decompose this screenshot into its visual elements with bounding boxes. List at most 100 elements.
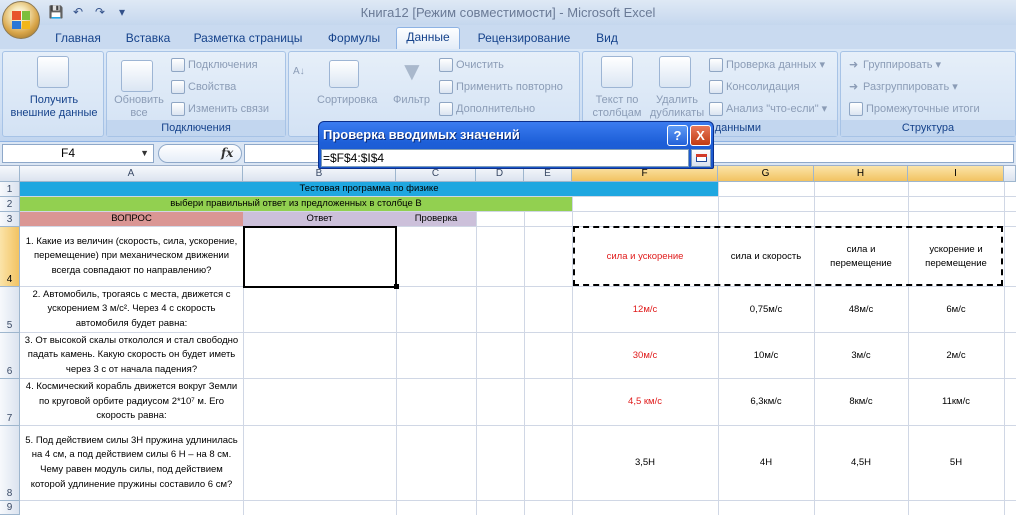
- option-cell-f5[interactable]: 12м/с: [572, 287, 718, 332]
- col-header-h[interactable]: H: [814, 166, 908, 182]
- connections-icon: [171, 58, 185, 72]
- tab-review[interactable]: Рецензирование: [468, 29, 580, 49]
- window-title: Книга12 [Режим совместимости] - Microsof…: [360, 5, 656, 20]
- get-external-data-button[interactable]: Получить внешние данные: [7, 94, 101, 120]
- ungroup-button[interactable]: ➜ Разгруппировать ▾: [849, 80, 958, 93]
- tab-formulas[interactable]: Формулы: [318, 29, 390, 49]
- option-cell-i5[interactable]: 6м/с: [908, 287, 1004, 332]
- option-cell-f8[interactable]: 3,5Н: [572, 426, 718, 500]
- question-cell-4[interactable]: 4. Космический корабль движется вокруг З…: [20, 379, 243, 425]
- sort-button[interactable]: Сортировка: [317, 94, 377, 106]
- option-cell-i7[interactable]: 11км/с: [908, 379, 1004, 425]
- option-cell-h6[interactable]: 3м/с: [814, 333, 908, 378]
- sort-az-icon[interactable]: А↓: [293, 66, 305, 77]
- group-button[interactable]: ➜ Группировать ▾: [849, 58, 941, 71]
- what-if-label: Анализ "что-если": [726, 103, 819, 115]
- row-header-4[interactable]: 4: [0, 227, 20, 287]
- tab-page-layout[interactable]: Разметка страницы: [186, 29, 310, 49]
- title-cell[interactable]: Тестовая программа по физике: [20, 182, 718, 196]
- question-cell-2[interactable]: 2. Автомобиль, трогаясь с места, движетс…: [20, 287, 243, 332]
- row-header-8[interactable]: 8: [0, 426, 20, 501]
- answer-header-cell[interactable]: Ответ: [243, 212, 396, 226]
- reapply-label: Применить повторно: [456, 80, 563, 93]
- question-header-cell[interactable]: ВОПРОС: [20, 212, 243, 226]
- source-range-input[interactable]: =$F$4:$I$4: [321, 149, 689, 167]
- reapply-button[interactable]: Применить повторно: [439, 80, 563, 94]
- edit-links-button[interactable]: Изменить связи: [171, 102, 269, 116]
- data-validation-dialog: Проверка вводимых значений ? X =$F$4:$I$…: [318, 121, 714, 169]
- question-cell-3[interactable]: 3. От высокой скалы откололся и стал сво…: [20, 333, 243, 378]
- remove-duplicates-icon: [659, 56, 691, 88]
- col-header-a[interactable]: A: [20, 166, 243, 182]
- tab-view[interactable]: Вид: [586, 29, 628, 49]
- filter-button[interactable]: Фильтр: [393, 94, 430, 106]
- gridline: [20, 500, 1016, 501]
- office-button[interactable]: [2, 1, 40, 39]
- properties-button[interactable]: Свойства: [171, 80, 236, 94]
- help-button[interactable]: ?: [667, 125, 688, 146]
- worksheet: A B C D E F G H I 1 2 3 4 5 6 7 8 9 Тест…: [0, 166, 1016, 515]
- option-cell-f4[interactable]: сила и ускорение: [572, 227, 718, 286]
- insert-function-icon[interactable]: fx: [221, 146, 233, 160]
- col-header-j[interactable]: [1004, 166, 1016, 182]
- close-button[interactable]: X: [690, 125, 711, 146]
- data-validation-button[interactable]: Проверка данных ▾: [709, 58, 825, 73]
- check-header-cell[interactable]: Проверка: [396, 212, 476, 226]
- option-cell-i4[interactable]: ускорение и перемещение: [908, 227, 1004, 286]
- option-cell-i6[interactable]: 2м/с: [908, 333, 1004, 378]
- filter-funnel-icon: ▼: [399, 56, 425, 86]
- col-header-i[interactable]: I: [908, 166, 1004, 182]
- row-header-5[interactable]: 5: [0, 287, 20, 333]
- option-cell-h4[interactable]: сила и перемещение: [814, 227, 908, 286]
- option-cell-g8[interactable]: 4Н: [718, 426, 814, 500]
- option-cell-g5[interactable]: 0,75м/с: [718, 287, 814, 332]
- option-cell-h5[interactable]: 48м/с: [814, 287, 908, 332]
- option-cell-g4[interactable]: сила и скорость: [718, 227, 814, 286]
- remove-duplicates-button[interactable]: Удалить дубликаты: [647, 94, 707, 120]
- group-connections: Обновить все Подключения Свойства Измени…: [106, 51, 286, 137]
- tab-home[interactable]: Главная: [46, 29, 110, 49]
- row-header-1[interactable]: 1: [0, 182, 20, 197]
- select-all-corner[interactable]: [0, 166, 20, 182]
- what-if-button[interactable]: Анализ "что-если" ▾: [709, 102, 827, 117]
- option-cell-i8[interactable]: 5Н: [908, 426, 1004, 500]
- row-header-9[interactable]: 9: [0, 501, 20, 515]
- question-cell-5[interactable]: 5. Под действием силы 3Н пружина удлинил…: [20, 426, 243, 500]
- row-header-6[interactable]: 6: [0, 333, 20, 379]
- consolidate-icon: [709, 80, 723, 94]
- question-cell-1[interactable]: 1. Какие из величин (скорость, сила, уск…: [20, 227, 243, 286]
- option-cell-g6[interactable]: 10м/с: [718, 333, 814, 378]
- name-box[interactable]: F4 ▼: [2, 144, 154, 163]
- connections-button[interactable]: Подключения: [171, 58, 258, 72]
- refresh-all-button[interactable]: Обновить все: [111, 94, 167, 120]
- option-cell-h8[interactable]: 4,5Н: [814, 426, 908, 500]
- office-logo-icon: [12, 11, 30, 29]
- group-outline: ➜ Группировать ▾ ➜ Разгруппировать ▾ Проме…: [840, 51, 1016, 137]
- clear-button[interactable]: Очистить: [439, 58, 504, 72]
- tab-data[interactable]: Данные: [396, 27, 460, 49]
- title-bar: 💾 ↶ ↷ ▾ Книга12 [Режим совместимости] - …: [0, 0, 1016, 25]
- group-icon: ➜: [849, 59, 859, 71]
- row-header-7[interactable]: 7: [0, 379, 20, 426]
- subtotals-button[interactable]: Промежуточные итоги: [849, 102, 980, 116]
- row-header-3[interactable]: 3: [0, 212, 20, 227]
- active-answer-cell[interactable]: [243, 226, 397, 288]
- instruction-cell[interactable]: выбери правильный ответ из предложенных …: [20, 197, 572, 211]
- expand-dialog-button[interactable]: [691, 149, 711, 167]
- tab-insert[interactable]: Вставка: [116, 29, 180, 49]
- what-if-icon: [709, 102, 723, 117]
- fill-handle[interactable]: [394, 284, 399, 289]
- option-cell-g7[interactable]: 6,3км/с: [718, 379, 814, 425]
- links-icon: [171, 102, 185, 116]
- option-cell-f7[interactable]: 4,5 км/с: [572, 379, 718, 425]
- consolidate-button[interactable]: Консолидация: [709, 80, 800, 94]
- col-header-g[interactable]: G: [718, 166, 814, 182]
- text-to-columns-button[interactable]: Текст по столбцам: [585, 94, 649, 120]
- name-box-dropdown-icon[interactable]: ▼: [140, 145, 149, 162]
- row-header-2[interactable]: 2: [0, 197, 20, 212]
- option-cell-f6[interactable]: 30м/с: [572, 333, 718, 378]
- option-cell-h7[interactable]: 8км/с: [814, 379, 908, 425]
- group-label-structure: Структура: [841, 120, 1015, 136]
- data-validation-label: Проверка данных: [726, 59, 817, 71]
- advanced-button[interactable]: Дополнительно: [439, 102, 535, 116]
